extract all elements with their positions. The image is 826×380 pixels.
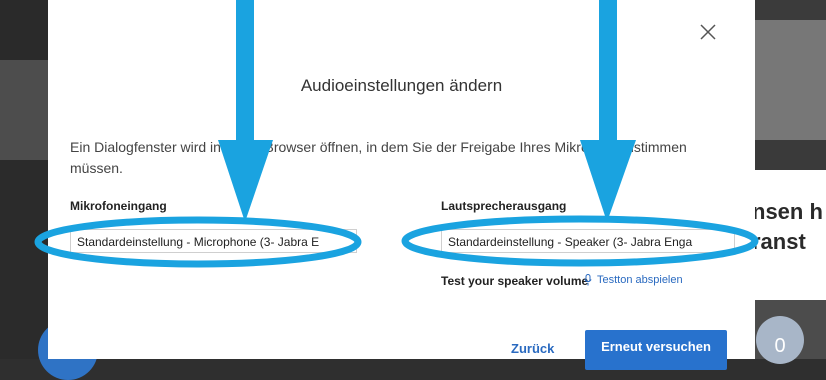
annotation-overlay [34,0,759,268]
right-arrow [580,0,636,222]
left-ellipse [34,216,362,268]
right-ellipse [401,215,759,267]
left-arrow [218,0,273,222]
